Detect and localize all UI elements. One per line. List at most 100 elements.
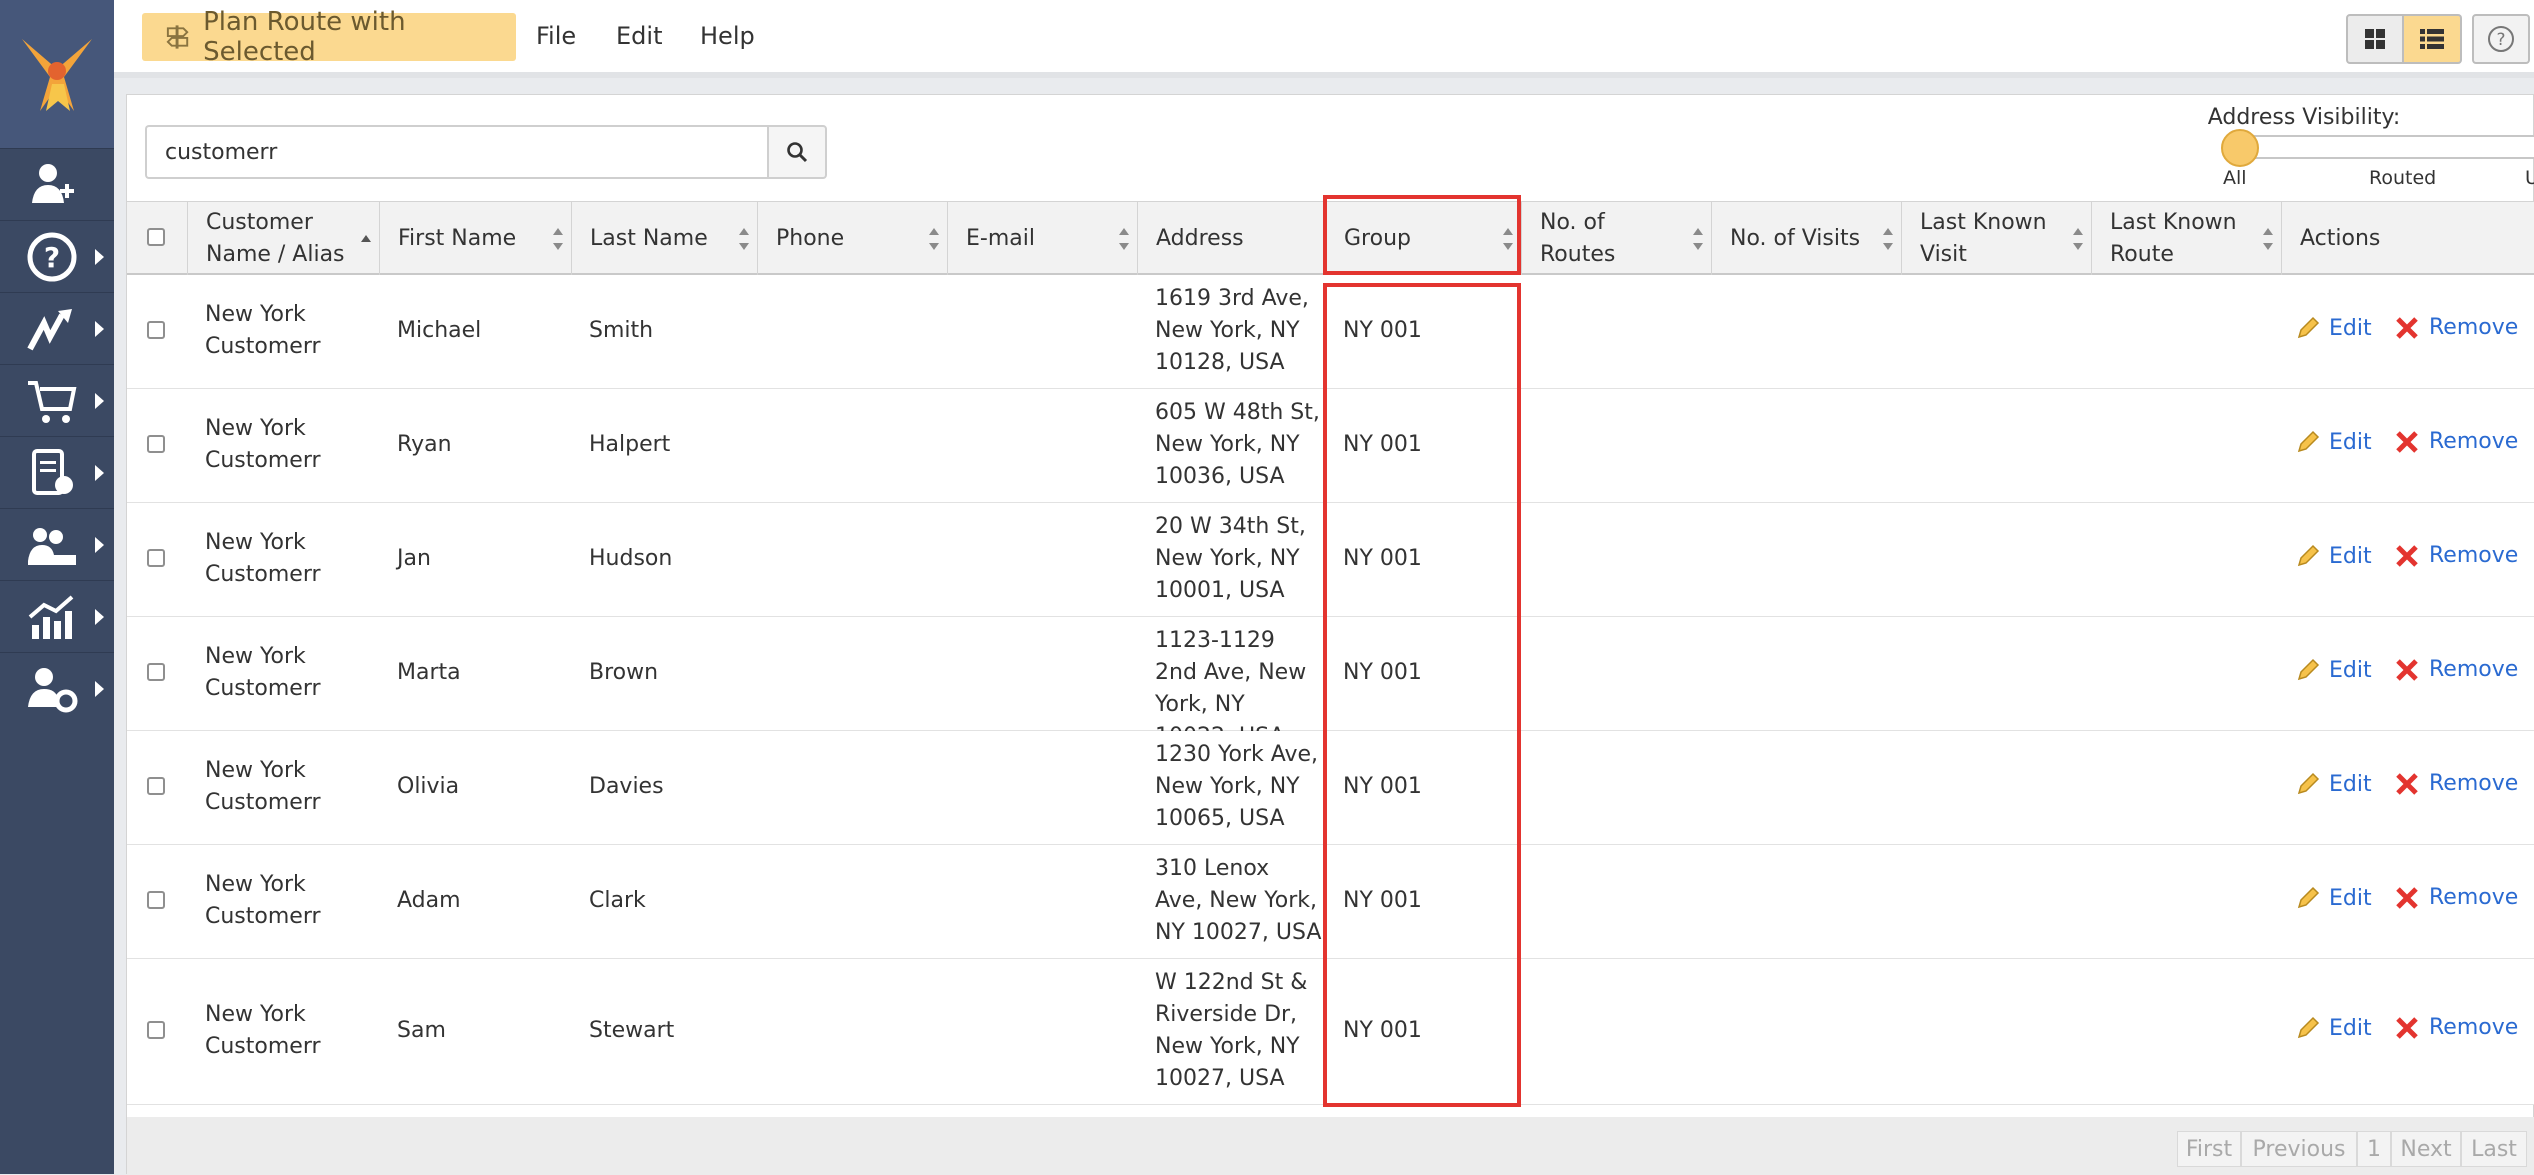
row-checkbox[interactable] bbox=[147, 549, 165, 567]
sidebar-item-analytics[interactable] bbox=[0, 580, 114, 652]
close-icon bbox=[2396, 772, 2418, 795]
cell-last-name: Clark bbox=[589, 888, 646, 913]
edit-link[interactable]: Edit bbox=[2295, 315, 2372, 341]
cell-group: NY 001 bbox=[1343, 774, 1422, 799]
visibility-label-all: All bbox=[2223, 167, 2247, 189]
grid-view-button[interactable] bbox=[2346, 14, 2404, 64]
header-no-of-visits[interactable]: No. of Visits bbox=[1711, 202, 1901, 276]
cell-group: NY 001 bbox=[1343, 318, 1422, 343]
header-last-known-visit[interactable]: Last Known Visit bbox=[1901, 202, 2091, 276]
add-customer-icon bbox=[32, 163, 74, 203]
svg-text:?: ? bbox=[44, 241, 60, 274]
edit-link[interactable]: Edit bbox=[2295, 1015, 2372, 1041]
menu-file[interactable]: File bbox=[536, 22, 576, 50]
row-checkbox[interactable] bbox=[147, 891, 165, 909]
row-checkbox[interactable] bbox=[147, 777, 165, 795]
help-button[interactable]: ? bbox=[2472, 14, 2530, 64]
header-first-name[interactable]: First Name bbox=[379, 202, 571, 276]
close-icon bbox=[2396, 544, 2418, 567]
sidebar-item-help[interactable]: ? bbox=[0, 220, 114, 292]
cell-first-name: Ryan bbox=[397, 432, 452, 457]
row-checkbox[interactable] bbox=[147, 1021, 165, 1039]
address-visibility-handle[interactable] bbox=[2221, 129, 2259, 167]
cell-group: NY 001 bbox=[1343, 546, 1422, 571]
header-last-name[interactable]: Last Name bbox=[571, 202, 757, 276]
cell-group: NY 001 bbox=[1343, 432, 1422, 457]
plan-route-button[interactable]: Plan Route with Selected bbox=[142, 7, 516, 67]
search-button[interactable] bbox=[767, 125, 827, 179]
edit-link[interactable]: Edit bbox=[2295, 429, 2372, 455]
pager-last[interactable]: Last bbox=[2461, 1131, 2527, 1167]
menu-help[interactable]: Help bbox=[700, 22, 755, 50]
edit-link[interactable]: Edit bbox=[2295, 885, 2372, 911]
question-circle-icon: ? bbox=[2488, 26, 2514, 52]
pager-first[interactable]: First bbox=[2177, 1131, 2241, 1167]
cell-first-name: Olivia bbox=[397, 774, 460, 799]
orders-icon bbox=[28, 380, 77, 423]
header-group[interactable]: Group bbox=[1325, 202, 1521, 276]
pencil-icon bbox=[2297, 316, 2320, 339]
table-header: Customer Name / Alias First Name Last Na… bbox=[127, 201, 2534, 276]
sidebar-item-add-customer[interactable] bbox=[0, 148, 114, 220]
remove-link[interactable]: Remove bbox=[2395, 771, 2518, 796]
list-view-button[interactable] bbox=[2404, 14, 2462, 64]
row-checkbox[interactable] bbox=[147, 321, 165, 339]
remove-link[interactable]: Remove bbox=[2395, 657, 2518, 682]
table-row: New York Customerr Marta Brown 1123-1129… bbox=[127, 617, 2534, 749]
cell-customer: New York Customerr bbox=[205, 302, 321, 359]
edit-link[interactable]: Edit bbox=[2295, 543, 2372, 569]
sort-icon bbox=[2073, 228, 2083, 250]
pager-page[interactable]: 1 bbox=[2357, 1131, 2391, 1167]
cell-first-name: Adam bbox=[397, 888, 461, 913]
cell-last-name: Smith bbox=[589, 318, 654, 343]
search-icon bbox=[787, 142, 808, 163]
address-book-icon bbox=[32, 448, 73, 495]
cell-customer: New York Customerr bbox=[205, 872, 321, 929]
header-phone[interactable]: Phone bbox=[757, 202, 947, 276]
sidebar-item-orders[interactable] bbox=[0, 364, 114, 436]
cell-customer: New York Customerr bbox=[205, 758, 321, 815]
signpost-icon bbox=[166, 25, 189, 49]
header-actions: Actions bbox=[2281, 202, 2534, 276]
sidebar-item-address-book[interactable] bbox=[0, 436, 114, 508]
edit-link[interactable]: Edit bbox=[2295, 657, 2372, 683]
edit-link[interactable]: Edit bbox=[2295, 771, 2372, 797]
customers-panel: Address Visibility: All Routed Unrouted … bbox=[126, 94, 2534, 1175]
header-address: Address bbox=[1137, 202, 1325, 276]
table-row: New York Customerr Olivia Davies 1230 Yo… bbox=[127, 731, 2534, 845]
cell-group: NY 001 bbox=[1343, 660, 1422, 685]
cell-first-name: Sam bbox=[397, 1018, 446, 1043]
pager-next[interactable]: Next bbox=[2391, 1131, 2461, 1167]
menu-edit[interactable]: Edit bbox=[616, 22, 662, 50]
sort-icon bbox=[1119, 228, 1129, 250]
close-icon bbox=[2396, 1016, 2418, 1039]
header-email[interactable]: E-mail bbox=[947, 202, 1137, 276]
header-no-of-routes[interactable]: No. of Routes bbox=[1521, 202, 1711, 276]
address-visibility-slider[interactable] bbox=[2229, 135, 2534, 159]
cell-address: W 122nd St & Riverside Dr, New York, NY … bbox=[1155, 970, 1308, 1091]
remove-link[interactable]: Remove bbox=[2395, 885, 2518, 910]
sidebar-item-settings[interactable] bbox=[0, 652, 114, 724]
logo-icon[interactable] bbox=[0, 0, 114, 148]
remove-link[interactable]: Remove bbox=[2395, 315, 2518, 340]
pencil-icon bbox=[2297, 886, 2320, 909]
remove-link[interactable]: Remove bbox=[2395, 429, 2518, 454]
sidebar-item-routes[interactable] bbox=[0, 292, 114, 364]
cell-first-name: Jan bbox=[397, 546, 431, 571]
remove-link[interactable]: Remove bbox=[2395, 543, 2518, 568]
remove-link[interactable]: Remove bbox=[2395, 1015, 2518, 1040]
pager-previous[interactable]: Previous bbox=[2241, 1131, 2357, 1167]
row-checkbox[interactable] bbox=[147, 435, 165, 453]
routes-icon bbox=[27, 308, 72, 350]
search-input[interactable] bbox=[145, 125, 767, 179]
sidebar-item-team[interactable] bbox=[0, 508, 114, 580]
select-all-checkbox[interactable] bbox=[147, 228, 165, 246]
header-last-known-route[interactable]: Last Known Route bbox=[2091, 202, 2281, 276]
cell-address: 20 W 34th St, New York, NY 10001, USA bbox=[1155, 514, 1306, 603]
table-footer bbox=[127, 1117, 2534, 1175]
header-customer-name[interactable]: Customer Name / Alias bbox=[187, 202, 379, 276]
row-checkbox[interactable] bbox=[147, 663, 165, 681]
grid-icon bbox=[2365, 29, 2385, 49]
close-icon bbox=[2396, 430, 2418, 453]
cell-address: 1619 3rd Ave, New York, NY 10128, USA bbox=[1155, 286, 1309, 375]
